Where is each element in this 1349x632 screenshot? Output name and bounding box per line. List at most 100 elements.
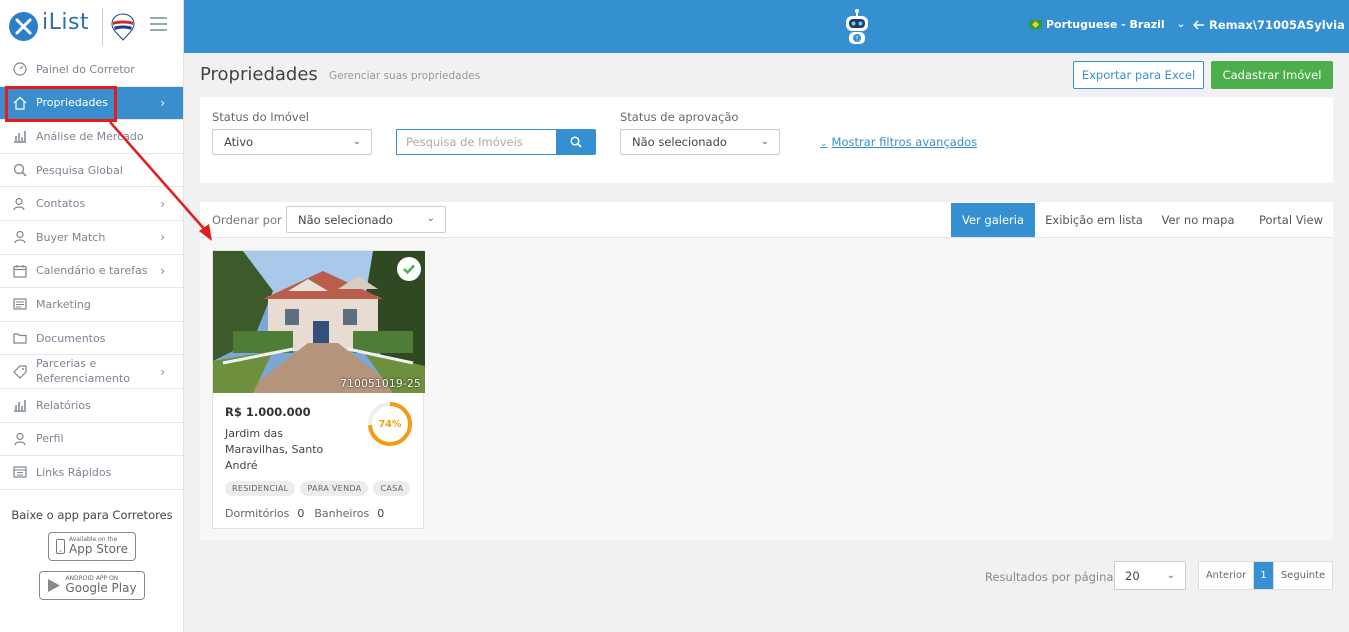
bathrooms-label: Banheiros: [314, 507, 370, 520]
robot-assistant-icon[interactable]: ?: [840, 7, 874, 47]
annotation-highlight-box: [5, 86, 117, 122]
sidebar-item-label: Perfil: [36, 432, 64, 446]
bar-chart-icon: [12, 398, 27, 413]
property-price: R$ 1.000.000: [225, 405, 311, 419]
bedrooms-value: 0: [297, 507, 305, 520]
order-label: Ordenar por: [212, 213, 282, 227]
property-address: Jardim das Maravilhas, Santo André: [225, 427, 324, 472]
remax-balloon-icon: [111, 13, 135, 41]
app-download-title: Baixe o app para Corretores: [11, 508, 173, 522]
sidebar-item-label: Relatórios: [36, 398, 91, 412]
tag-casa: CASA: [373, 481, 411, 496]
sidebar-item-pesquisa[interactable]: Pesquisa Global: [0, 154, 183, 188]
approval-label: Status de aprovação: [620, 110, 739, 124]
sidebar-item-label: Documentos: [36, 331, 106, 345]
folder-icon: [12, 331, 27, 346]
sidebar-item-documentos[interactable]: Documentos: [0, 322, 183, 356]
links-icon: [12, 465, 27, 480]
bar-chart-icon: [12, 129, 27, 144]
property-photo[interactable]: 710051019-25: [213, 251, 425, 393]
brand-area: iList: [0, 0, 184, 53]
sidebar-item-calendario[interactable]: Calendário e tarefas ›: [0, 255, 183, 289]
chevron-down-icon: ⌄: [820, 139, 828, 149]
play-icon: [48, 579, 61, 592]
search-button[interactable]: [556, 129, 596, 155]
phone-icon: [56, 539, 65, 554]
create-property-button[interactable]: Cadastrar Imóvel: [1211, 61, 1333, 89]
sidebar-item-analise[interactable]: Análise de Mercado: [0, 120, 183, 154]
sidebar-item-links-rapidos[interactable]: Links Rápidos: [0, 456, 183, 490]
sidebar-item-label: Pesquisa Global: [36, 163, 123, 177]
current-page-button[interactable]: 1: [1254, 562, 1274, 589]
search-icon: [570, 136, 582, 148]
sidebar-item-perfil[interactable]: Perfil: [0, 423, 183, 457]
sidebar-item-label: Marketing: [36, 297, 91, 311]
newspaper-icon: [12, 297, 27, 312]
app-store-button[interactable]: Available on the App Store: [48, 532, 136, 561]
chevron-right-icon: ›: [160, 364, 165, 379]
property-tags: RESIDENCIAL PARA VENDA CASA: [225, 481, 411, 496]
menu-toggle-icon[interactable]: [150, 17, 167, 31]
ilist-logo-icon[interactable]: [9, 12, 38, 41]
status-select[interactable]: Ativo ⌄: [212, 129, 372, 155]
gauge-icon: [12, 62, 27, 77]
search-placeholder: Pesquisa de Imóveis: [406, 135, 523, 149]
language-selector[interactable]: Portuguese - Brazil ⌄: [1029, 18, 1185, 31]
sidebar: Painel do Corretor Propriedades › Anális…: [0, 53, 184, 632]
contacts-icon: [12, 196, 27, 211]
chevron-down-icon: ⌄: [1176, 19, 1186, 30]
chevron-right-icon: ›: [160, 196, 165, 211]
bedrooms-label: Dormitórios: [225, 507, 290, 520]
property-search-input[interactable]: Pesquisa de Imóveis: [396, 129, 556, 155]
sidebar-item-label: Calendário e tarefas: [36, 264, 148, 278]
chevron-right-icon: ›: [160, 263, 165, 278]
google-play-button[interactable]: ANDROID APP ON Google Play: [39, 571, 145, 600]
export-excel-button[interactable]: Exportar para Excel: [1073, 61, 1204, 89]
tag-residencial: RESIDENCIAL: [225, 481, 296, 496]
status-label: Status do Imóvel: [212, 110, 309, 124]
order-select[interactable]: Não selecionado ⌄: [286, 206, 446, 233]
back-arrow-icon: [1193, 20, 1204, 30]
sidebar-item-buyer-match[interactable]: Buyer Match ›: [0, 221, 183, 255]
per-page-select[interactable]: 20 ⌄: [1114, 561, 1186, 590]
previous-page-button[interactable]: Anterior: [1199, 562, 1254, 589]
advanced-filters-link[interactable]: ⌄ Mostrar filtros avançados: [820, 135, 977, 149]
sidebar-item-relatorios[interactable]: Relatórios: [0, 389, 183, 423]
user-name: Remax\71005ASylvia: [1209, 18, 1345, 32]
tag-icon: [12, 364, 27, 379]
top-header: iList ? Portuguese - Brazil ⌄ Remax\7100…: [0, 0, 1349, 53]
tab-map[interactable]: Ver no mapa: [1155, 203, 1241, 237]
tab-list[interactable]: Exibição em lista: [1040, 203, 1148, 237]
sidebar-item-contatos[interactable]: Contatos ›: [0, 187, 183, 221]
google-play-big: Google Play: [65, 580, 137, 595]
sidebar-item-parcerias[interactable]: Parcerias e Referenciamento ›: [0, 355, 183, 389]
tag-para-venda: PARA VENDA: [300, 481, 369, 496]
logo-text: iList: [42, 10, 90, 35]
sidebar-item-marketing[interactable]: Marketing: [0, 288, 183, 322]
filters-panel: Status do Imóvel Ativo ⌄ Pesquisa de Imó…: [200, 97, 1333, 183]
next-page-button[interactable]: Seguinte: [1274, 562, 1332, 589]
user-menu[interactable]: Remax\71005ASylvia: [1193, 18, 1345, 32]
approval-value: Não selecionado: [632, 135, 727, 149]
house-photo-image: [213, 251, 425, 393]
tab-portal-view[interactable]: Portal View: [1250, 203, 1332, 237]
user-icon: [12, 230, 27, 245]
per-page-value: 20: [1125, 568, 1140, 583]
approval-select[interactable]: Não selecionado ⌄: [620, 129, 780, 155]
sidebar-item-label: Links Rápidos: [36, 465, 112, 479]
app-store-big: App Store: [69, 541, 128, 556]
brand-divider: [102, 8, 103, 46]
pagination: Anterior 1 Seguinte: [1198, 561, 1333, 590]
advanced-filters-label: Mostrar filtros avançados: [831, 135, 978, 149]
user-icon: [12, 431, 27, 446]
results-toolbar: Ordenar por Não selecionado ⌄ Ver galeri…: [200, 202, 1333, 238]
tab-gallery[interactable]: Ver galeria: [951, 203, 1035, 237]
page-title: Propriedades: [200, 64, 318, 85]
chevron-down-icon: ⌄: [760, 136, 769, 147]
property-card[interactable]: 710051019-25 R$ 1.000.000 Jardim das Mar…: [212, 250, 425, 529]
bathrooms-value: 0: [377, 507, 385, 520]
chevron-right-icon: ›: [160, 230, 165, 245]
app-download-section: Baixe o app para Corretores Available on…: [0, 508, 184, 600]
sidebar-item-label: Análise de Mercado: [36, 129, 144, 143]
sidebar-item-painel[interactable]: Painel do Corretor: [0, 53, 183, 87]
